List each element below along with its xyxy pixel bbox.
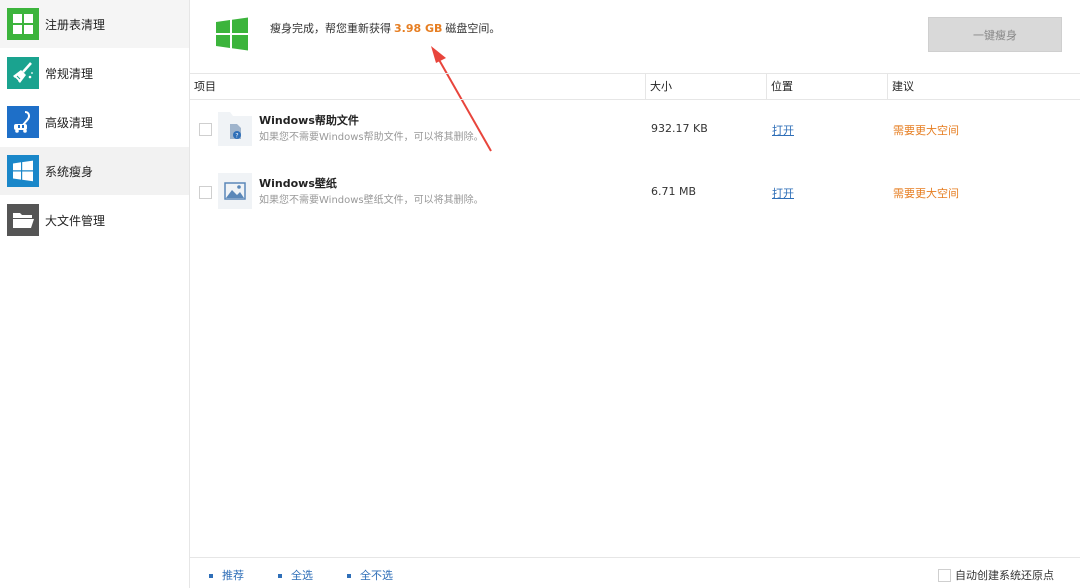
registry-grid-icon bbox=[7, 8, 39, 40]
row-size: 932.17 KB bbox=[651, 122, 708, 135]
windows-logo-icon bbox=[216, 17, 248, 51]
restore-point-label: 自动创建系统还原点 bbox=[955, 569, 1054, 582]
row-checkbox[interactable] bbox=[199, 123, 212, 136]
recommend-link[interactable]: 推荐 bbox=[209, 567, 244, 583]
select-all-label: 全选 bbox=[291, 569, 313, 582]
column-header-size: 大小 bbox=[645, 74, 765, 99]
recommend-label: 推荐 bbox=[222, 569, 244, 582]
svg-text:?: ? bbox=[235, 133, 238, 140]
sidebar-item-label: 注册表清理 bbox=[45, 17, 106, 32]
row-suggestion: 需要更大空间 bbox=[893, 124, 959, 137]
restore-point-option[interactable]: 自动创建系统还原点 bbox=[938, 567, 1054, 583]
column-header-suggestion: 建议 bbox=[887, 74, 1072, 99]
wallpaper-icon bbox=[218, 173, 252, 209]
column-header-location: 位置 bbox=[766, 74, 886, 99]
row-description: 如果您不需要Windows壁纸文件，可以将其删除。 bbox=[259, 195, 484, 206]
bullet-icon bbox=[347, 574, 351, 578]
sidebar-item-label: 系统瘦身 bbox=[45, 164, 94, 179]
sidebar: 注册表清理 常规清理 高级清理 系统瘦身 大文件管理 bbox=[0, 0, 190, 588]
select-none-link[interactable]: 全不选 bbox=[347, 567, 393, 583]
column-header-item: 项目 bbox=[194, 80, 216, 93]
sidebar-item-label: 常规清理 bbox=[45, 66, 94, 81]
row-checkbox[interactable] bbox=[199, 186, 212, 199]
restore-point-checkbox[interactable] bbox=[938, 568, 951, 582]
sidebar-item-large-file[interactable]: 大文件管理 bbox=[0, 196, 189, 244]
vacuum-icon bbox=[7, 106, 39, 138]
folder-icon bbox=[7, 204, 39, 236]
windows-logo-icon bbox=[7, 155, 39, 187]
broom-icon bbox=[7, 57, 39, 89]
bullet-icon bbox=[278, 574, 282, 578]
open-location-link[interactable]: 打开 bbox=[772, 122, 794, 138]
open-location-link[interactable]: 打开 bbox=[772, 185, 794, 201]
row-description: 如果您不需要Windows帮助文件，可以将其删除。 bbox=[259, 132, 484, 143]
summary-prefix: 瘦身完成，帮您重新获得 bbox=[270, 22, 391, 35]
main-panel: 瘦身完成，帮您重新获得 3.98 GB 磁盘空间。 一键瘦身 项目 大小 位置 建议… bbox=[190, 0, 1080, 588]
sidebar-item-advanced-clean[interactable]: 高级清理 bbox=[0, 98, 189, 146]
summary-message: 瘦身完成，帮您重新获得 3.98 GB 磁盘空间。 bbox=[270, 20, 500, 36]
table-row: Windows壁纸 如果您不需要Windows壁纸文件，可以将其删除。 6.71… bbox=[190, 167, 1080, 227]
sidebar-item-regular-clean[interactable]: 常规清理 bbox=[0, 49, 189, 97]
one-click-slim-button[interactable]: 一键瘦身 bbox=[928, 17, 1062, 52]
reclaimed-space: 3.98 GB bbox=[394, 22, 443, 35]
summary-suffix: 磁盘空间。 bbox=[445, 22, 501, 35]
sidebar-item-system-slim[interactable]: 系统瘦身 bbox=[0, 147, 189, 195]
footer-bar: 推荐 全选 全不选 自动创建系统还原点 bbox=[190, 557, 1080, 588]
help-file-icon: ? bbox=[218, 110, 252, 146]
select-none-label: 全不选 bbox=[360, 569, 393, 582]
table-header: 项目 大小 位置 建议 bbox=[190, 73, 1080, 100]
bullet-icon bbox=[209, 574, 213, 578]
row-size: 6.71 MB bbox=[651, 185, 697, 198]
sidebar-item-label: 大文件管理 bbox=[45, 213, 106, 228]
row-suggestion: 需要更大空间 bbox=[893, 187, 959, 200]
table-row: ? Windows帮助文件 如果您不需要Windows帮助文件，可以将其删除。 … bbox=[190, 104, 1080, 164]
row-title: Windows壁纸 bbox=[259, 177, 337, 190]
sidebar-item-registry-clean[interactable]: 注册表清理 bbox=[0, 0, 189, 48]
sidebar-item-label: 高级清理 bbox=[45, 115, 94, 130]
select-all-link[interactable]: 全选 bbox=[278, 567, 313, 583]
row-title: Windows帮助文件 bbox=[259, 114, 359, 127]
